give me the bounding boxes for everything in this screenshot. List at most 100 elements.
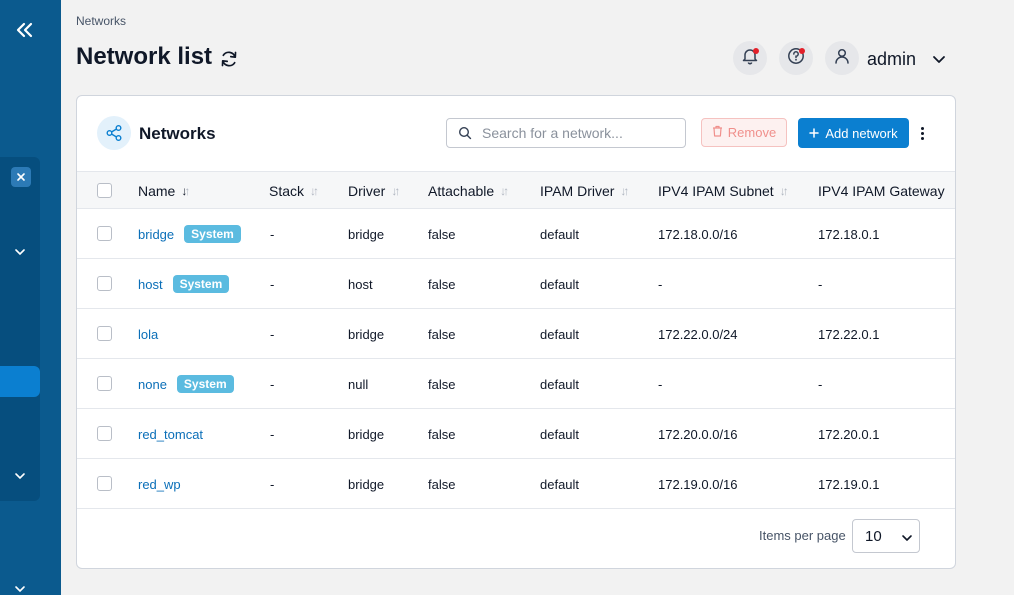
gateway-cell: 172.19.0.1 bbox=[818, 476, 880, 492]
items-per-page-label: Items per page bbox=[759, 528, 846, 543]
table-row: lola - bridge false default 172.22.0.0/2… bbox=[77, 309, 955, 359]
chevron-down-icon bbox=[901, 531, 913, 543]
network-name-link[interactable]: host bbox=[138, 277, 163, 292]
more-options-icon[interactable] bbox=[915, 123, 929, 143]
ipam-driver-cell: default bbox=[540, 426, 580, 442]
share-icon bbox=[97, 116, 131, 150]
user-name[interactable]: admin bbox=[867, 49, 916, 70]
close-environment-icon[interactable] bbox=[11, 167, 31, 187]
network-name-link[interactable]: red_wp bbox=[138, 477, 181, 492]
table-row: red_wp - bridge false default 172.19.0.0… bbox=[77, 459, 955, 509]
system-badge: System bbox=[172, 275, 230, 293]
column-header-ipv4-gateway[interactable]: IPV4 IPAM Gateway bbox=[818, 172, 945, 210]
ipam-driver-cell: default bbox=[540, 226, 580, 242]
table-row: bridge System - bridge false default 172.… bbox=[77, 209, 955, 259]
subnet-cell: 172.18.0.0/16 bbox=[658, 226, 738, 242]
column-header-stack[interactable]: Stack ↓↑ bbox=[269, 172, 319, 210]
attachable-cell: false bbox=[428, 476, 456, 492]
trash-icon bbox=[712, 125, 723, 140]
column-header-name[interactable]: Name ↓↑ bbox=[138, 172, 190, 210]
ipam-driver-cell: default bbox=[540, 276, 580, 292]
driver-cell: bridge bbox=[348, 226, 385, 242]
driver-cell: bridge bbox=[348, 426, 385, 442]
network-name-link[interactable]: lola bbox=[138, 327, 158, 342]
table-row: none System - null false default - - bbox=[77, 359, 955, 409]
attachable-cell: false bbox=[428, 426, 456, 442]
attachable-cell: false bbox=[428, 326, 456, 342]
environment-panel bbox=[0, 157, 40, 501]
chevron-down-icon[interactable] bbox=[12, 581, 28, 595]
subnet-cell: 172.19.0.0/16 bbox=[658, 476, 738, 492]
notification-dot bbox=[753, 48, 759, 54]
stack-cell: - bbox=[270, 426, 275, 442]
items-per-page-value: 10 bbox=[865, 527, 882, 545]
add-network-button[interactable]: Add network bbox=[798, 118, 909, 148]
row-checkbox[interactable] bbox=[97, 476, 112, 491]
remove-button-label: Remove bbox=[727, 125, 777, 140]
gateway-cell: 172.20.0.1 bbox=[818, 426, 880, 442]
subnet-cell: - bbox=[658, 276, 663, 292]
sort-icon: ↓↑ bbox=[500, 184, 509, 198]
ipam-driver-cell: default bbox=[540, 476, 580, 492]
stack-cell: - bbox=[270, 476, 275, 492]
network-name-link[interactable]: bridge bbox=[138, 227, 174, 242]
refresh-icon[interactable] bbox=[219, 49, 241, 71]
help-dot bbox=[799, 48, 805, 54]
driver-cell: bridge bbox=[348, 326, 385, 342]
network-name-link[interactable]: none bbox=[138, 377, 167, 392]
sort-icon: ↓↑ bbox=[391, 184, 400, 198]
system-badge: System bbox=[184, 225, 241, 243]
avatar[interactable] bbox=[825, 41, 859, 75]
row-checkbox[interactable] bbox=[97, 326, 112, 341]
notifications-button[interactable] bbox=[733, 41, 767, 75]
table-header: Name ↓↑ Stack ↓↑ Driver ↓↑ Attachable ↓↑… bbox=[77, 171, 955, 210]
collapse-sidebar-icon[interactable] bbox=[12, 18, 38, 42]
sort-icon: ↓↑ bbox=[310, 184, 319, 198]
subnet-cell: - bbox=[658, 376, 663, 392]
search-field[interactable] bbox=[446, 118, 686, 148]
help-button[interactable] bbox=[779, 41, 813, 75]
chevron-down-icon[interactable] bbox=[930, 50, 948, 68]
gateway-cell: - bbox=[818, 376, 823, 392]
breadcrumb[interactable]: Networks bbox=[76, 14, 126, 28]
sidebar-item-networks[interactable] bbox=[0, 366, 40, 397]
stack-cell: - bbox=[270, 226, 275, 242]
page-title: Network list bbox=[76, 43, 213, 70]
row-checkbox[interactable] bbox=[97, 226, 112, 241]
items-per-page-select[interactable]: 10 bbox=[852, 519, 920, 553]
table-row: red_tomcat - bridge false default 172.20… bbox=[77, 409, 955, 459]
ipam-driver-cell: default bbox=[540, 326, 580, 342]
remove-button[interactable]: Remove bbox=[701, 118, 787, 147]
system-badge: System bbox=[176, 375, 234, 393]
gateway-cell: - bbox=[818, 276, 823, 292]
chevron-down-icon[interactable] bbox=[12, 468, 28, 484]
column-header-ipam-driver[interactable]: IPAM Driver ↓↑ bbox=[540, 172, 629, 210]
networks-card: Networks Remove Add network Name ↓↑ Stac… bbox=[76, 95, 956, 569]
network-name-link[interactable]: red_tomcat bbox=[138, 427, 203, 442]
attachable-cell: false bbox=[428, 226, 456, 242]
search-icon bbox=[458, 126, 472, 140]
column-header-attachable[interactable]: Attachable ↓↑ bbox=[428, 172, 509, 210]
sort-icon: ↓↑ bbox=[181, 184, 190, 198]
ipam-driver-cell: default bbox=[540, 376, 580, 392]
driver-cell: host bbox=[348, 276, 373, 292]
column-header-driver[interactable]: Driver ↓↑ bbox=[348, 172, 400, 210]
sort-icon: ↓↑ bbox=[620, 184, 629, 198]
search-input[interactable] bbox=[482, 125, 682, 141]
column-header-ipv4-subnet[interactable]: IPV4 IPAM Subnet ↓↑ bbox=[658, 172, 789, 210]
gateway-cell: 172.22.0.1 bbox=[818, 326, 880, 342]
row-checkbox[interactable] bbox=[97, 376, 112, 391]
row-checkbox[interactable] bbox=[97, 276, 112, 291]
select-all-checkbox[interactable] bbox=[97, 183, 112, 198]
chevron-down-icon[interactable] bbox=[12, 244, 28, 260]
sort-icon: ↓↑ bbox=[779, 184, 789, 198]
user-icon bbox=[833, 47, 851, 70]
row-checkbox[interactable] bbox=[97, 426, 112, 441]
stack-cell: - bbox=[270, 276, 275, 292]
card-title: Networks bbox=[139, 124, 216, 143]
driver-cell: bridge bbox=[348, 476, 385, 492]
attachable-cell: false bbox=[428, 276, 456, 292]
gateway-cell: 172.18.0.1 bbox=[818, 226, 880, 242]
stack-cell: - bbox=[270, 326, 275, 342]
driver-cell: null bbox=[348, 376, 369, 392]
